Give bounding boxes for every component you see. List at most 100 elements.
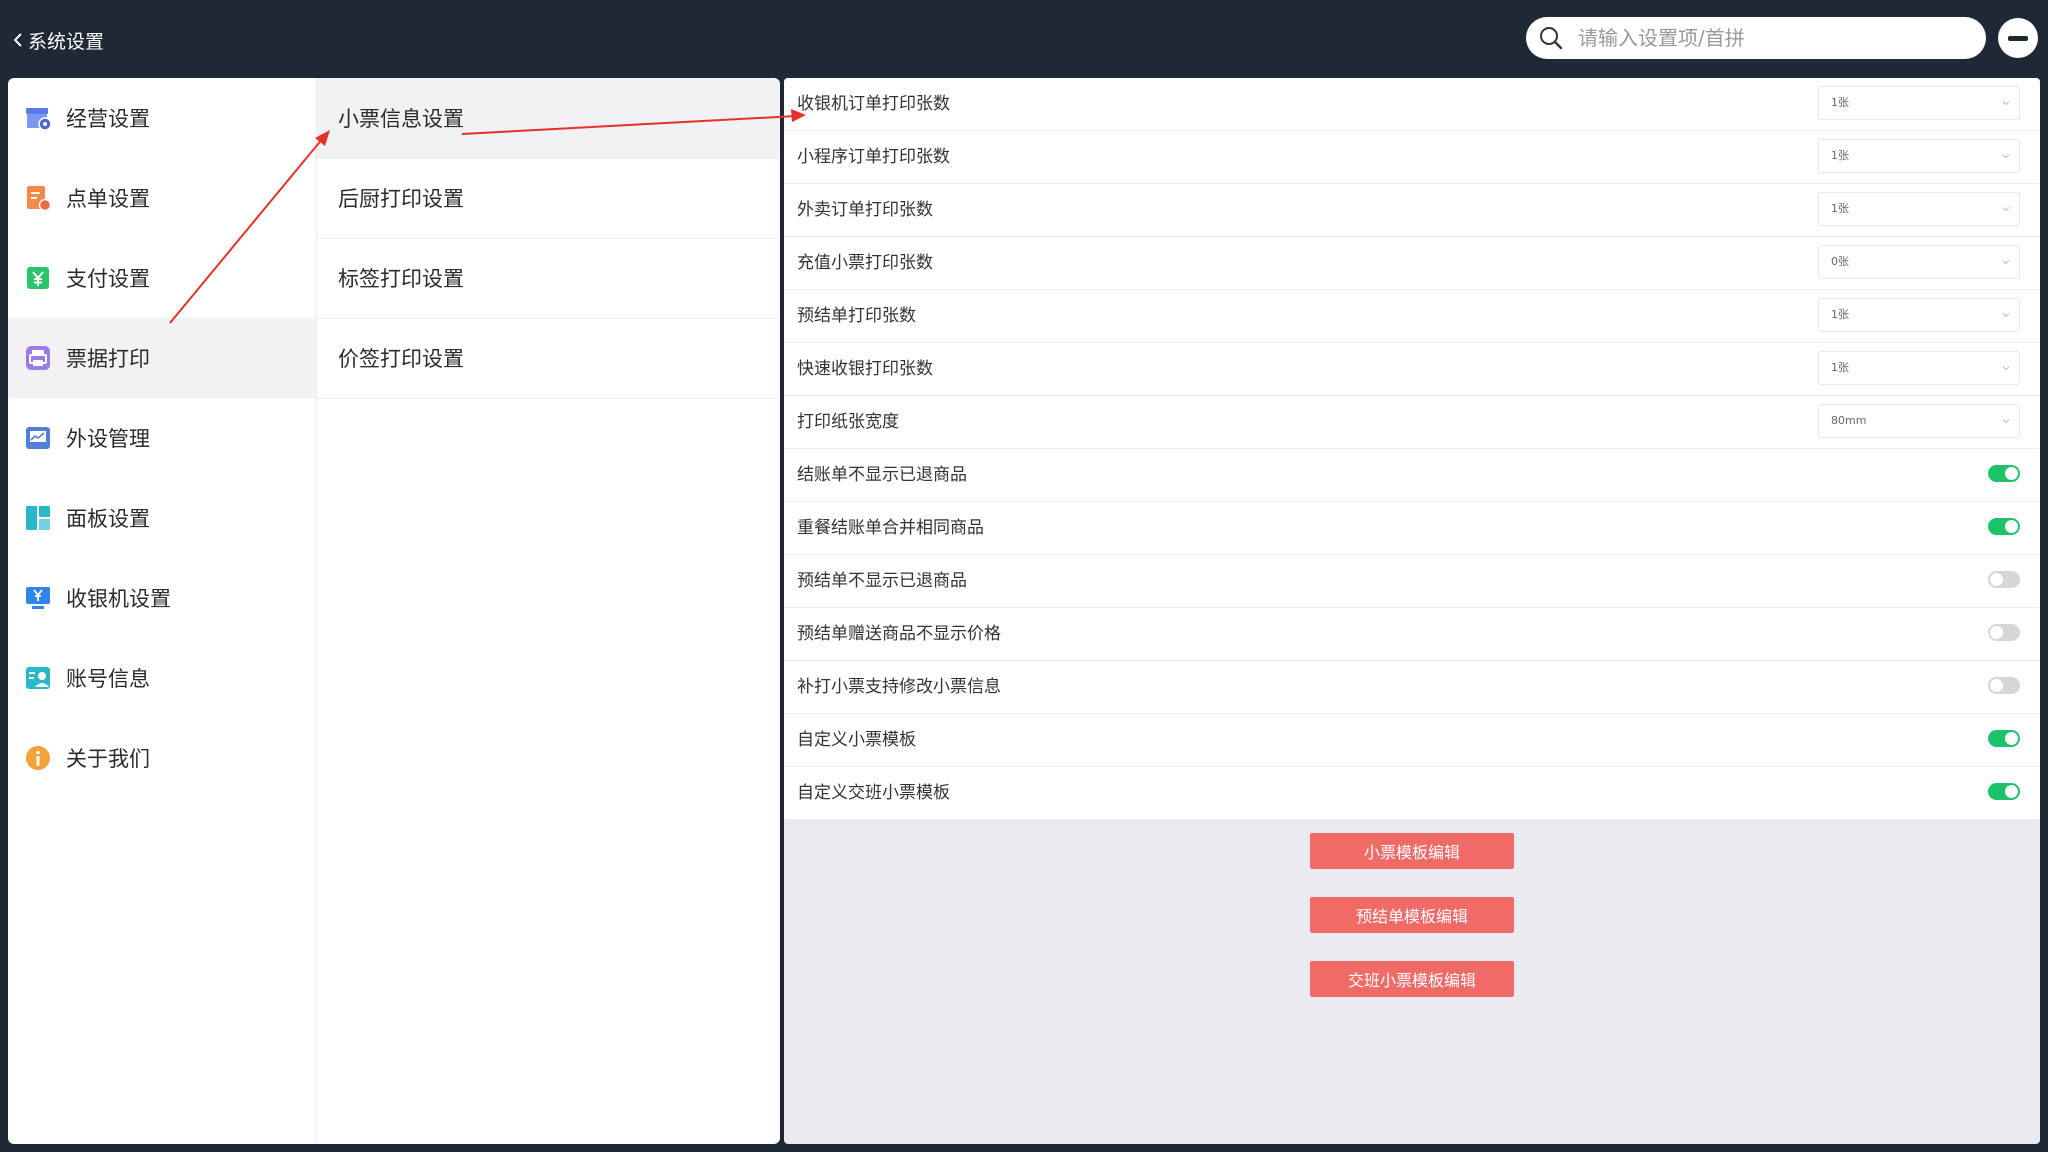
setting-label: 补打小票支持修改小票信息 xyxy=(797,677,1001,697)
sidebar-item-account[interactable]: 账号信息 xyxy=(8,638,316,718)
search-icon xyxy=(1540,27,1563,50)
setting-row-delivery-order-copies: 外卖订单打印张数 1张 xyxy=(784,184,2040,237)
panel-layout-icon xyxy=(24,504,52,532)
top-bar: 系统设置 xyxy=(0,0,2048,78)
store-settings-icon xyxy=(24,104,52,132)
sidebar-item-label: 点单设置 xyxy=(66,187,150,211)
toggle-switch[interactable] xyxy=(1988,783,2020,800)
copies-select[interactable]: 1张 xyxy=(1818,192,2020,226)
sidebar-item-peripherals[interactable]: 外设管理 xyxy=(8,398,316,478)
back-label: 系统设置 xyxy=(28,30,105,53)
copies-select[interactable]: 1张 xyxy=(1818,86,2020,120)
sidebar-item-panel[interactable]: 面板设置 xyxy=(8,478,316,558)
button-label: 预结单模板编辑 xyxy=(1355,907,1468,926)
tab-kitchen-printing[interactable]: 后厨打印设置 xyxy=(317,158,780,239)
setting-row-merge-same-items: 重餐结账单合并相同商品 xyxy=(784,502,2040,555)
yuan-payment-icon xyxy=(24,264,52,292)
setting-row-miniprogram-order-copies: 小程序订单打印张数 1张 xyxy=(784,131,2040,184)
select-value: 1张 xyxy=(1831,361,1849,374)
toggle-switch[interactable] xyxy=(1988,571,2020,588)
copies-select[interactable]: 1张 xyxy=(1818,351,2020,385)
setting-row-recharge-receipt-copies: 充值小票打印张数 0张 xyxy=(784,237,2040,290)
edit-receipt-template-button[interactable]: 小票模板编辑 xyxy=(1310,833,1514,869)
chevron-down-icon xyxy=(2002,260,2010,265)
sidebar-item-label: 账号信息 xyxy=(66,667,150,691)
setting-label: 打印纸张宽度 xyxy=(797,412,899,432)
order-list-icon xyxy=(24,184,52,212)
toggle-switch[interactable] xyxy=(1988,518,2020,535)
sidebar-item-about[interactable]: 关于我们 xyxy=(8,718,316,798)
sidebar-item-label: 外设管理 xyxy=(66,427,150,451)
chevron-down-icon xyxy=(2002,419,2010,424)
tab-price-tag-printing[interactable]: 价签打印设置 xyxy=(317,318,780,399)
sidebar-item-business[interactable]: 经营设置 xyxy=(8,78,316,158)
chevron-down-icon xyxy=(2002,366,2010,371)
select-value: 1张 xyxy=(1831,96,1849,109)
search-input[interactable] xyxy=(1576,25,1960,51)
chevron-down-icon xyxy=(2002,154,2010,159)
copies-select[interactable]: 1张 xyxy=(1818,139,2020,173)
setting-label: 快速收银打印张数 xyxy=(797,359,933,379)
toggle-knob xyxy=(2005,520,2018,533)
button-label: 小票模板编辑 xyxy=(1363,843,1460,862)
setting-label: 充值小票打印张数 xyxy=(797,253,933,273)
setting-row-custom-shift-template: 自定义交班小票模板 xyxy=(784,767,2040,819)
setting-label: 自定义交班小票模板 xyxy=(797,783,950,803)
sidebar-item-ordering[interactable]: 点单设置 xyxy=(8,158,316,238)
select-value: 0张 xyxy=(1831,255,1849,268)
setting-row-custom-receipt-template: 自定义小票模板 xyxy=(784,714,2040,767)
sidebar-item-cash-register[interactable]: 收银机设置 xyxy=(8,558,316,638)
setting-label: 收银机订单打印张数 xyxy=(797,94,950,114)
toggle-knob xyxy=(2005,785,2018,798)
copies-select[interactable]: 0张 xyxy=(1818,245,2020,279)
select-value: 1张 xyxy=(1831,202,1849,215)
chevron-down-icon xyxy=(2002,313,2010,318)
sidebar-item-label: 关于我们 xyxy=(66,747,150,771)
sidebar-item-label: 收银机设置 xyxy=(66,587,171,611)
sidebar-item-label: 面板设置 xyxy=(66,507,150,531)
settings-navigation-panel: 经营设置 点单设置 支付设置 票据打印 外设管理 面板设置 收银机设置 账号信息… xyxy=(8,78,780,1144)
setting-row-prebill-hide-refunded: 预结单不显示已退商品 xyxy=(784,555,2040,608)
subnav-label: 后厨打印设置 xyxy=(338,187,464,211)
tab-label-printing[interactable]: 标签打印设置 xyxy=(317,238,780,319)
button-label: 交班小票模板编辑 xyxy=(1347,971,1476,990)
minimize-button[interactable] xyxy=(1998,18,2038,58)
toggle-switch[interactable] xyxy=(1988,677,2020,694)
setting-row-reprint-edit-info: 补打小票支持修改小票信息 xyxy=(784,661,2040,714)
chevron-down-icon xyxy=(2002,101,2010,106)
back-button[interactable]: 系统设置 xyxy=(12,24,104,56)
chevron-down-icon xyxy=(2002,207,2010,212)
settings-list: 收银机订单打印张数 1张 小程序订单打印张数 1张 外卖订单打印张数 1张 充值… xyxy=(784,78,2040,819)
setting-label: 预结单打印张数 xyxy=(797,306,916,326)
account-card-icon xyxy=(24,664,52,692)
toggle-knob xyxy=(1990,626,2003,639)
paper-width-select[interactable]: 80mm xyxy=(1818,404,2020,438)
setting-label: 重餐结账单合并相同商品 xyxy=(797,518,984,538)
sidebar-item-receipt-printing[interactable]: 票据打印 xyxy=(8,318,316,398)
info-icon xyxy=(24,744,52,772)
setting-row-paper-width: 打印纸张宽度 80mm xyxy=(784,396,2040,449)
minus-icon xyxy=(2008,35,2028,41)
edit-shift-template-button[interactable]: 交班小票模板编辑 xyxy=(1310,961,1514,997)
primary-nav: 经营设置 点单设置 支付设置 票据打印 外设管理 面板设置 收银机设置 账号信息… xyxy=(8,78,317,1144)
edit-prebill-template-button[interactable]: 预结单模板编辑 xyxy=(1310,897,1514,933)
setting-label: 预结单不显示已退商品 xyxy=(797,571,967,591)
toggle-knob xyxy=(1990,679,2003,692)
search-box[interactable] xyxy=(1526,17,1986,59)
sidebar-item-label: 票据打印 xyxy=(66,347,150,371)
select-value: 80mm xyxy=(1831,414,1867,427)
secondary-nav: 小票信息设置 后厨打印设置 标签打印设置 价签打印设置 xyxy=(317,78,780,1144)
setting-row-quick-checkout-copies: 快速收银打印张数 1张 xyxy=(784,343,2040,396)
toggle-knob xyxy=(2005,732,2018,745)
setting-label: 预结单赠送商品不显示价格 xyxy=(797,624,1001,644)
setting-row-hide-refunded-items: 结账单不显示已退商品 xyxy=(784,449,2040,502)
subnav-label: 标签打印设置 xyxy=(338,267,464,291)
toggle-switch[interactable] xyxy=(1988,624,2020,641)
copies-select[interactable]: 1张 xyxy=(1818,298,2020,332)
sidebar-item-payment[interactable]: 支付设置 xyxy=(8,238,316,318)
setting-row-prebill-hide-gift-price: 预结单赠送商品不显示价格 xyxy=(784,608,2040,661)
toggle-switch[interactable] xyxy=(1988,465,2020,482)
monitor-device-icon xyxy=(24,424,52,452)
toggle-switch[interactable] xyxy=(1988,730,2020,747)
tab-receipt-info[interactable]: 小票信息设置 xyxy=(317,78,780,159)
